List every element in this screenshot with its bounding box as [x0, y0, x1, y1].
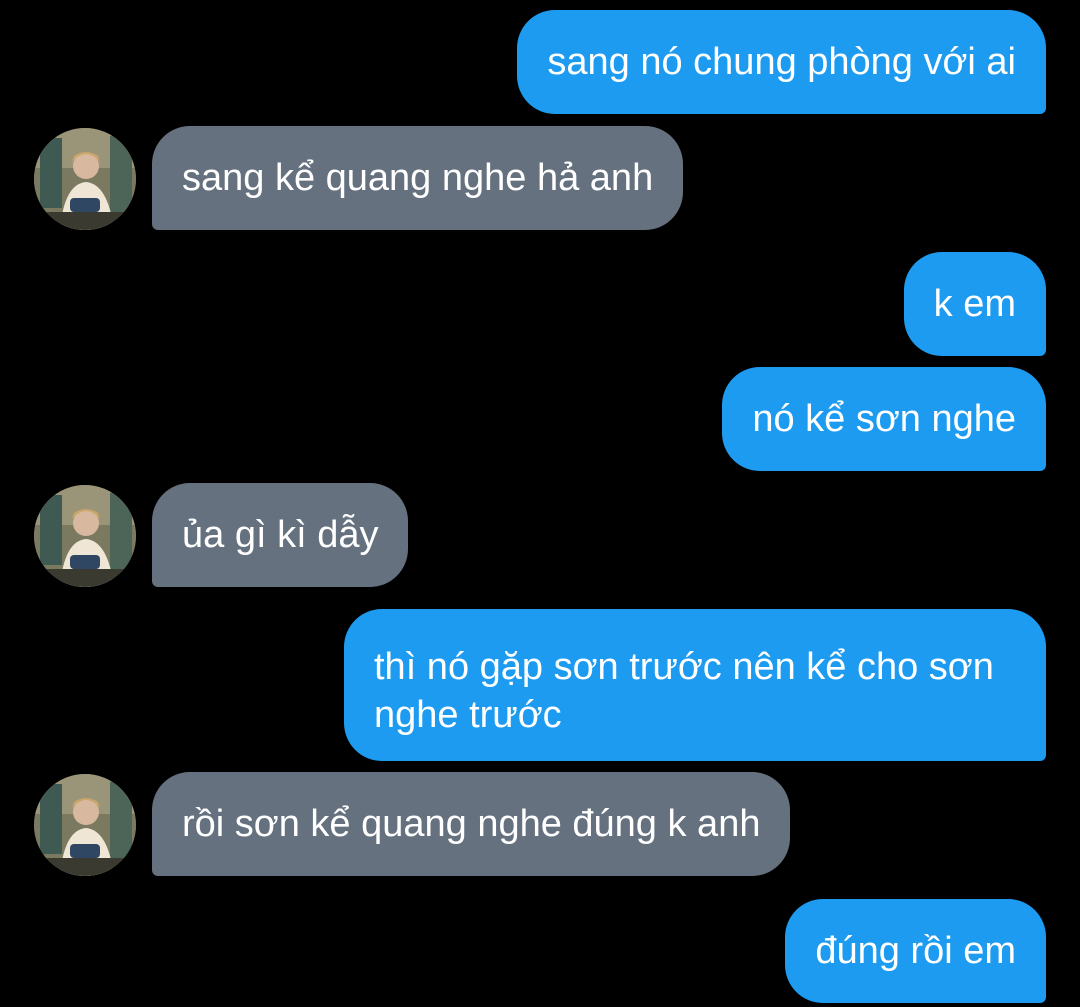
contact-avatar-photo-icon — [34, 485, 136, 587]
message-thread[interactable]: sang nó chung phòng với ai sang kể quang… — [0, 0, 1080, 1007]
contact-avatar[interactable] — [34, 485, 136, 587]
incoming-message-bubble[interactable]: ủa gì kì dẫy — [152, 483, 409, 587]
outgoing-message-bubble[interactable]: thì nó gặp sơn trước nên kể cho sơn nghe… — [344, 609, 1046, 761]
outgoing-message-bubble[interactable]: đúng rồi em — [785, 899, 1046, 1003]
message-text: sang nó chung phòng với ai — [547, 41, 1016, 83]
contact-avatar[interactable] — [34, 774, 136, 876]
outgoing-message-bubble[interactable]: sang nó chung phòng với ai — [517, 10, 1046, 114]
message-text: ủa gì kì dẫy — [182, 514, 379, 556]
incoming-message-bubble[interactable]: rồi sơn kể quang nghe đúng k anh — [152, 772, 791, 876]
contact-avatar[interactable] — [34, 128, 136, 230]
contact-avatar-photo-icon — [34, 774, 136, 876]
message-text: rồi sơn kể quang nghe đúng k anh — [182, 803, 761, 845]
message-text: đúng rồi em — [815, 930, 1016, 972]
message-text: nó kể sơn nghe — [752, 398, 1016, 440]
message-text: thì nó gặp sơn trước nên kể cho sơn nghe… — [374, 646, 994, 736]
message-text: k em — [933, 283, 1016, 325]
message-text: sang kể quang nghe hả anh — [182, 157, 654, 199]
outgoing-message-bubble[interactable]: k em — [903, 252, 1046, 356]
incoming-message-bubble[interactable]: sang kể quang nghe hả anh — [152, 126, 684, 230]
contact-avatar-photo-icon — [34, 128, 136, 230]
outgoing-message-bubble[interactable]: nó kể sơn nghe — [722, 367, 1046, 471]
